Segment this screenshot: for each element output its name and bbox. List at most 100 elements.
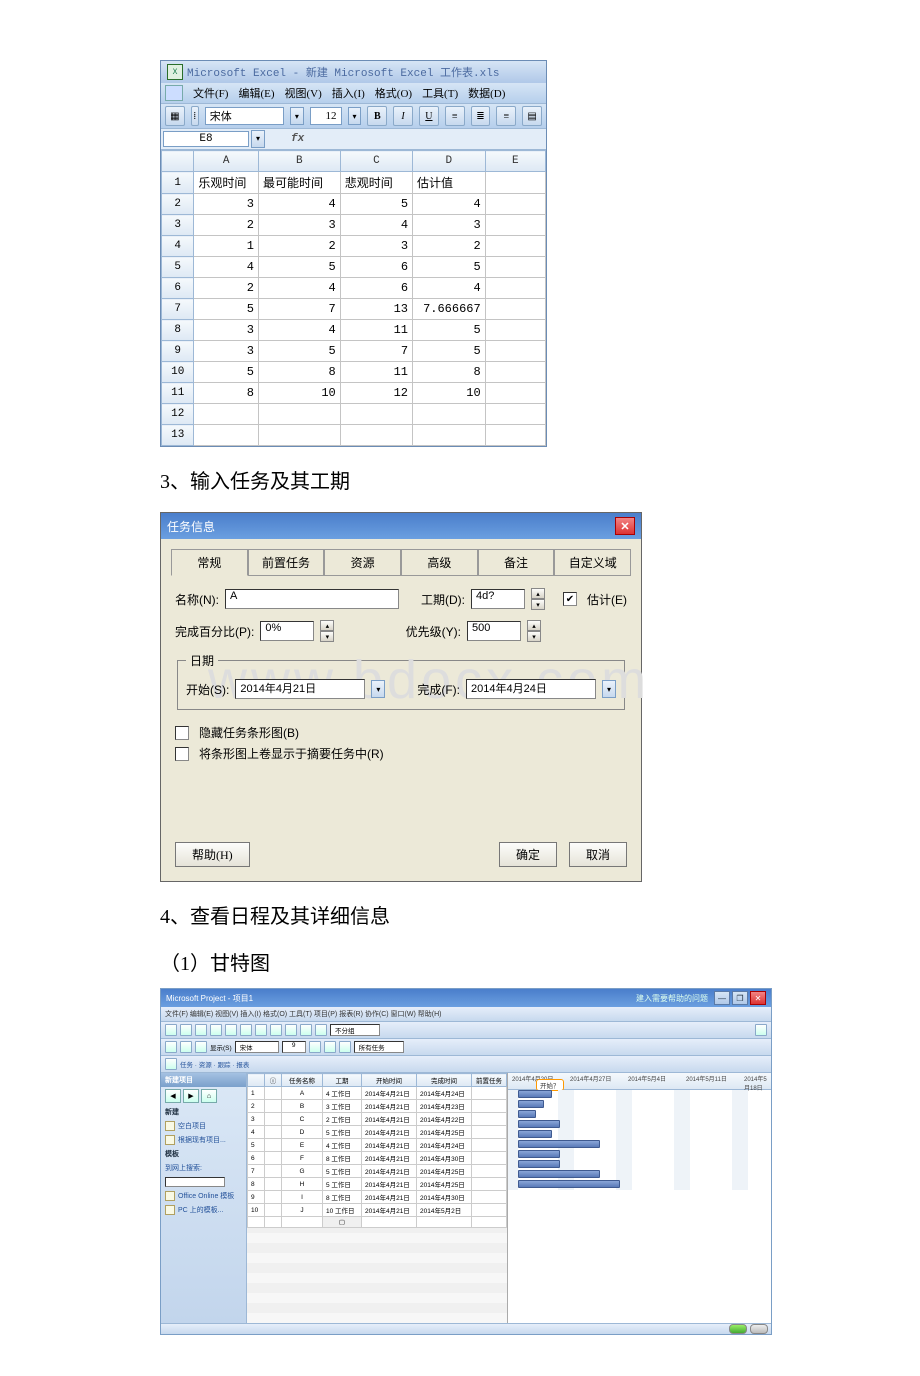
- cell[interactable]: [194, 425, 259, 446]
- cell[interactable]: 4: [413, 194, 486, 215]
- gantt-bar[interactable]: [518, 1130, 552, 1138]
- cell[interactable]: [485, 278, 545, 299]
- group-select[interactable]: 不分组: [330, 1024, 380, 1036]
- cell[interactable]: 2: [258, 236, 340, 257]
- cell[interactable]: [485, 257, 545, 278]
- cell[interactable]: 8: [413, 362, 486, 383]
- merge-icon[interactable]: ▤: [522, 106, 542, 126]
- cell[interactable]: 4: [340, 215, 412, 236]
- unlink-icon[interactable]: [315, 1024, 327, 1036]
- gantt-bar[interactable]: [518, 1150, 560, 1158]
- name-box[interactable]: E8: [163, 131, 249, 147]
- paste-icon[interactable]: [255, 1024, 267, 1036]
- chevron-up-icon[interactable]: ▴: [320, 620, 334, 631]
- cell[interactable]: 10: [258, 383, 340, 404]
- status-indicator-icon[interactable]: [729, 1324, 747, 1334]
- cell[interactable]: [194, 404, 259, 425]
- side-item-search-box[interactable]: [161, 1175, 246, 1189]
- cell[interactable]: 5: [258, 341, 340, 362]
- cell[interactable]: [485, 236, 545, 257]
- cell[interactable]: [485, 299, 545, 320]
- row-head[interactable]: 9: [162, 341, 194, 362]
- menu-file[interactable]: 文件(F): [193, 85, 228, 101]
- cell[interactable]: 11: [340, 320, 412, 341]
- outdent-icon[interactable]: [180, 1041, 192, 1053]
- finish-date-input[interactable]: 2014年4月24日: [466, 679, 596, 699]
- underline-button[interactable]: U: [419, 106, 439, 126]
- percent-spinner[interactable]: ▴▾: [320, 620, 334, 642]
- forward-icon[interactable]: ▶: [183, 1089, 199, 1103]
- tab-predecessors[interactable]: 前置任务: [248, 549, 325, 576]
- project-sidebar[interactable]: 新建项目 ◀ ▶ ⌂ 新建 空白项目 根据现有项目... 模板 到网上搜索: O…: [161, 1073, 247, 1323]
- tab-resources[interactable]: 资源: [324, 549, 401, 576]
- col-head-b[interactable]: B: [258, 151, 340, 172]
- cell[interactable]: 6: [340, 278, 412, 299]
- cell[interactable]: 11: [340, 362, 412, 383]
- align-right-icon[interactable]: ≡: [496, 106, 516, 126]
- close-icon[interactable]: ✕: [615, 517, 635, 535]
- gantt-bar[interactable]: [518, 1090, 552, 1098]
- rollup-checkbox[interactable]: [175, 747, 189, 761]
- duration-spinner[interactable]: ▴▾: [531, 588, 545, 610]
- row-head[interactable]: 13: [162, 425, 194, 446]
- row-head[interactable]: 10: [162, 362, 194, 383]
- row-head[interactable]: 4: [162, 236, 194, 257]
- cell[interactable]: 3: [194, 194, 259, 215]
- menu-tools[interactable]: 工具(T): [422, 85, 458, 101]
- split-bar-label[interactable]: 任务 · 资源 · 跟踪 · 报表: [180, 1059, 249, 1069]
- cell[interactable]: 4: [413, 278, 486, 299]
- estimate-checkbox[interactable]: ✔: [563, 592, 577, 606]
- toolbar-icon-1[interactable]: ▦: [165, 106, 185, 126]
- guide-icon[interactable]: [165, 1058, 177, 1070]
- italic-icon[interactable]: [324, 1041, 336, 1053]
- show-icon[interactable]: [195, 1041, 207, 1053]
- cell[interactable]: 3: [194, 341, 259, 362]
- side-item-blank[interactable]: 空白项目: [161, 1119, 246, 1133]
- side-item-pc-templates[interactable]: PC 上的模板...: [161, 1203, 246, 1217]
- print-icon[interactable]: [210, 1024, 222, 1036]
- col-head-corner[interactable]: [162, 151, 194, 172]
- font-name-proj[interactable]: 宋体: [235, 1041, 279, 1053]
- link-icon[interactable]: [300, 1024, 312, 1036]
- window-menu-icon[interactable]: [165, 85, 183, 101]
- menu-data[interactable]: 数据(D): [468, 85, 505, 101]
- cell[interactable]: 2: [194, 278, 259, 299]
- name-input[interactable]: A: [225, 589, 399, 609]
- cell[interactable]: 7.666667: [413, 299, 486, 320]
- ok-button[interactable]: 确定: [499, 842, 557, 867]
- cell[interactable]: 6: [340, 257, 412, 278]
- task-empty-area[interactable]: [247, 1228, 507, 1323]
- cell[interactable]: 5: [194, 362, 259, 383]
- cell[interactable]: 1: [194, 236, 259, 257]
- cell[interactable]: [485, 215, 545, 236]
- font-name-select[interactable]: 宋体: [205, 107, 284, 125]
- task-col-name[interactable]: 任务名称: [282, 1074, 323, 1087]
- bold-button[interactable]: B: [367, 106, 387, 126]
- cell[interactable]: 5: [413, 257, 486, 278]
- maximize-icon[interactable]: ❐: [732, 991, 748, 1005]
- save-icon[interactable]: [195, 1024, 207, 1036]
- cell[interactable]: 8: [194, 383, 259, 404]
- cell[interactable]: 最可能时间: [258, 172, 340, 194]
- underline-icon[interactable]: [339, 1041, 351, 1053]
- minimize-icon[interactable]: —: [714, 991, 730, 1005]
- row-head[interactable]: 1: [162, 172, 194, 194]
- cell[interactable]: 4: [258, 194, 340, 215]
- cell[interactable]: 4: [258, 320, 340, 341]
- cell[interactable]: 12: [340, 383, 412, 404]
- cell[interactable]: 7: [258, 299, 340, 320]
- menu-view[interactable]: 视图(V): [285, 85, 322, 101]
- view-toggle-icon[interactable]: [750, 1324, 768, 1334]
- finish-date-dropdown-icon[interactable]: ▾: [602, 680, 616, 698]
- priority-spinner[interactable]: ▴▾: [527, 620, 541, 642]
- menu-format[interactable]: 格式(O): [375, 85, 412, 101]
- col-head-a[interactable]: A: [194, 151, 259, 172]
- cell[interactable]: 悲观时间: [340, 172, 412, 194]
- cell[interactable]: 3: [413, 215, 486, 236]
- col-head-d[interactable]: D: [413, 151, 486, 172]
- font-name-dropdown-icon[interactable]: ▾: [290, 107, 304, 125]
- cell[interactable]: 5: [194, 299, 259, 320]
- cell[interactable]: 3: [194, 320, 259, 341]
- help-button[interactable]: 帮助(H): [175, 842, 250, 867]
- cell[interactable]: 10: [413, 383, 486, 404]
